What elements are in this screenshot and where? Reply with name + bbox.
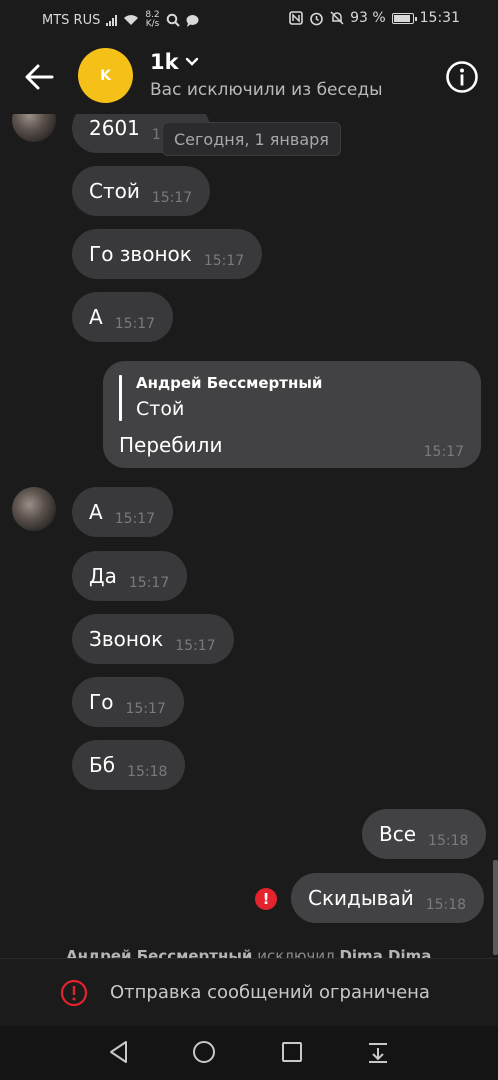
mute-icon [330, 11, 344, 25]
message-bubble[interactable]: Бб 15:18 [72, 740, 186, 790]
quoted-text: Стой [136, 398, 185, 420]
message-text: Бб [89, 753, 116, 777]
chat-title-text: 1k [150, 50, 179, 74]
warning-circle-icon [60, 979, 88, 1007]
message-text: Го звонок [89, 242, 192, 266]
wifi-icon [124, 15, 139, 25]
quote-bar [119, 375, 122, 421]
quoted-author: Андрей Бессмертный [136, 374, 323, 392]
sender-avatar[interactable] [12, 487, 56, 531]
outgoing-message-bubble[interactable]: Скидывай 15:18 [291, 873, 485, 923]
alarm-icon [310, 12, 323, 25]
message-text: Звонок [89, 627, 164, 651]
battery-percent: 93 % [350, 10, 386, 26]
message-text: А [89, 500, 103, 524]
back-icon[interactable] [106, 1039, 132, 1065]
avatar-letter: K [100, 67, 111, 84]
message-time: 15:17 [128, 575, 170, 591]
chat-subtitle: Вас исключили из беседы [150, 80, 383, 100]
message-text: Стой [89, 179, 140, 203]
chat-title[interactable]: 1k [150, 50, 199, 74]
search-icon [166, 13, 180, 27]
system-action: исключил [257, 947, 335, 958]
message-bubble[interactable]: Стой 15:17 [72, 166, 211, 216]
message-bubble[interactable]: Да 15:17 [72, 551, 188, 601]
signal-icon [106, 14, 118, 26]
message-bubble[interactable]: Звонок 15:17 [72, 614, 234, 664]
restriction-label: Отправка сообщений ограничена [110, 982, 430, 1003]
recents-icon[interactable] [279, 1039, 305, 1065]
chat-notification-icon [186, 14, 199, 27]
sender-avatar[interactable] [12, 114, 56, 142]
clock: 15:31 [419, 10, 460, 26]
chat-avatar[interactable]: K [78, 48, 133, 103]
message-bubble[interactable]: Го звонок 15:17 [72, 229, 263, 279]
message-time: 15:17 [151, 190, 193, 206]
outgoing-message-bubble[interactable]: Все 15:18 [362, 809, 487, 859]
system-target: Dima Dima [339, 947, 432, 958]
message-time: 15:18 [127, 764, 168, 780]
message-text: Перебили [119, 433, 223, 457]
message-text: Все [379, 822, 417, 846]
messaging-restricted-bar: Отправка сообщений ограничена [0, 958, 498, 1026]
message-text: Го [89, 690, 114, 714]
message-text: Скидывай [308, 886, 414, 910]
system-message: Андрей Бессмертный исключил Dima Dima [66, 947, 431, 958]
message-time: 15:17 [175, 638, 216, 654]
message-time: 15:17 [114, 511, 156, 527]
message-time: 15:17 [114, 316, 156, 332]
carrier-label: MTS RUS [42, 12, 101, 28]
message-text: Да [89, 564, 117, 588]
message-bubble[interactable]: Го 15:17 [72, 677, 184, 727]
system-nav-bar [0, 1026, 498, 1080]
message-time: 15:18 [425, 897, 467, 913]
info-icon[interactable] [445, 60, 479, 94]
message-text: 2601 [89, 116, 140, 140]
back-arrow-icon[interactable] [22, 60, 56, 94]
message-bubble[interactable]: А 15:17 [72, 292, 174, 342]
scrollbar[interactable] [493, 860, 498, 955]
system-actor: Андрей Бессмертный [66, 947, 253, 958]
message-time: 15:18 [428, 833, 469, 849]
message-text: А [89, 305, 103, 329]
nfc-icon [289, 11, 303, 25]
notifications-pull-icon[interactable] [365, 1039, 391, 1065]
reply-message-bubble[interactable]: Андрей Бессмертный Стой Перебили 15:17 [103, 361, 481, 468]
home-icon[interactable] [191, 1039, 217, 1065]
message-list[interactable]: 2601 15:17 Сегодня, 1 января Стой 15:17 … [0, 114, 498, 958]
chat-header: K 1k Вас исключили из беседы [0, 38, 498, 114]
status-bar: MTS RUS 8.2 K/s 93 % 15:31 [0, 0, 498, 38]
date-separator: Сегодня, 1 января [162, 122, 341, 156]
battery-icon [391, 12, 417, 24]
message-time: 15:17 [423, 444, 464, 460]
chevron-down-icon [185, 57, 198, 66]
network-speed: 8.2 K/s [145, 10, 160, 29]
send-error-icon[interactable]: ! [255, 888, 277, 910]
message-time: 15:17 [125, 701, 166, 717]
message-time: 15:17 [203, 253, 245, 269]
message-bubble[interactable]: А 15:17 [72, 487, 174, 537]
